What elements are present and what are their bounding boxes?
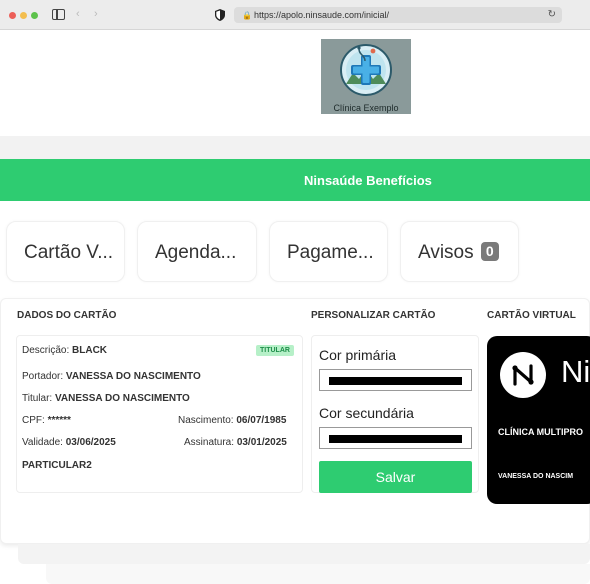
browser-toolbar: ‹ › 🔒 https://apolo.ninsaude.com/inicial/… (0, 0, 590, 30)
primary-color-swatch (329, 377, 462, 385)
card-holder-name: VANESSA DO NASCIM (498, 473, 574, 480)
minimize-window-button[interactable] (20, 12, 27, 19)
reload-icon[interactable]: ↻ (548, 7, 556, 23)
validade-field: Validade: 03/06/2025 (22, 437, 116, 448)
plano-value: PARTICULAR2 (22, 460, 92, 471)
tab-agenda[interactable]: Agenda... (137, 221, 257, 282)
tab-avisos-label: Avisos (418, 242, 474, 263)
personalizar-title: PERSONALIZAR CARTÃO (311, 310, 436, 321)
maximize-window-button[interactable] (31, 12, 38, 19)
nascimento-label: Nascimento: (178, 415, 234, 426)
assinatura-value: 03/01/2025 (236, 437, 287, 448)
titular-field: Titular: VANESSA DO NASCIMENTO (22, 393, 190, 404)
titular-badge: TITULAR (256, 345, 294, 356)
forward-icon[interactable]: › (94, 8, 98, 20)
card-brand: Ni (561, 354, 590, 389)
nascimento-value: 06/07/1985 (236, 415, 287, 426)
avisos-count-badge: 0 (480, 242, 499, 261)
tab-avisos[interactable]: Avisos 0 (400, 221, 519, 282)
save-button[interactable]: Salvar (319, 461, 472, 493)
url-text: https://apolo.ninsaude.com/inicial/ (253, 10, 390, 20)
primary-color-label: Cor primária (319, 347, 397, 363)
descricao-label: Descrição: (22, 345, 70, 356)
tab-pagamentos[interactable]: Pagame... (269, 221, 388, 282)
cpf-value: ****** (47, 415, 71, 426)
ninsaude-logo-icon (500, 352, 546, 398)
portador-value: VANESSA DO NASCIMENTO (65, 371, 201, 382)
stacked-panel-shadow (18, 544, 590, 564)
close-window-button[interactable] (9, 12, 16, 19)
logo-text: Clínica Exemplo (333, 103, 399, 113)
virtual-card: Ni CLÍNICA MULTIPRO VANESSA DO NASCIM (487, 336, 590, 504)
descricao-value: BLACK (72, 345, 108, 356)
validade-value: 03/06/2025 (65, 437, 116, 448)
stacked-panel-shadow (46, 564, 590, 584)
descricao-field: Descrição: BLACK (22, 345, 107, 356)
portador-label: Portador: (22, 371, 64, 382)
secondary-color-label: Cor secundária (319, 405, 414, 421)
banner: Ninsaúde Benefícios (0, 159, 590, 201)
cpf-field: CPF: ****** (22, 415, 71, 426)
assinatura-label: Assinatura: (184, 437, 235, 448)
nascimento-field: Nascimento: 06/07/1985 (178, 415, 286, 426)
lock-icon: 🔒 (242, 11, 252, 20)
secondary-color-swatch (329, 435, 462, 443)
plano-label: PARTICULAR2 (22, 460, 92, 471)
titular-label: Titular: (22, 393, 53, 404)
portador-field: Portador: VANESSA DO NASCIMENTO (22, 371, 201, 382)
tab-cartao-virtual[interactable]: Cartão V... (6, 221, 125, 282)
header-divider (0, 136, 590, 159)
cartao-virtual-title: CARTÃO VIRTUAL (487, 310, 576, 321)
clinic-logo: Clínica Exemplo (321, 39, 411, 114)
validade-label: Validade: (22, 437, 63, 448)
cpf-label: CPF: (22, 415, 45, 426)
address-bar[interactable]: 🔒 https://apolo.ninsaude.com/inicial/ ↻ (234, 7, 562, 23)
banner-title: Ninsaúde Benefícios (304, 173, 432, 188)
primary-color-input[interactable] (319, 369, 472, 391)
card-clinic: CLÍNICA MULTIPRO (498, 427, 583, 437)
sidebar-icon[interactable] (52, 9, 65, 20)
secondary-color-input[interactable] (319, 427, 472, 449)
back-icon[interactable]: ‹ (76, 8, 80, 20)
shield-icon[interactable] (215, 9, 225, 21)
dados-cartao-title: DADOS DO CARTÃO (17, 310, 117, 321)
titular-value: VANESSA DO NASCIMENTO (54, 393, 190, 404)
assinatura-field: Assinatura: 03/01/2025 (184, 437, 287, 448)
